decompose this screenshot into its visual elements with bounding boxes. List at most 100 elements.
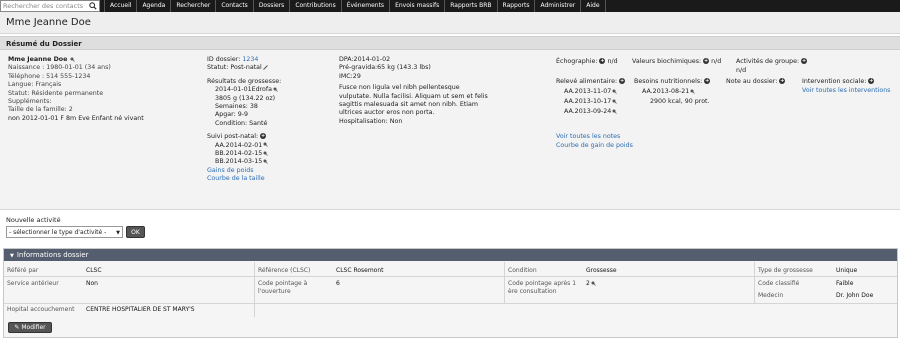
activity-type-select[interactable]: - sélectionner le type d'activité - ▼: [6, 226, 123, 238]
contact-search-input[interactable]: [1, 1, 87, 11]
pin-icon[interactable]: [690, 89, 696, 94]
pin-icon[interactable]: [612, 89, 618, 94]
medecin-label: Medecin: [758, 292, 784, 299]
ok-button[interactable]: OK: [126, 226, 145, 238]
resultat-poids: 3805 g (134.22 oz): [215, 94, 276, 102]
pin-icon[interactable]: [612, 109, 618, 114]
valeurs-bio-value: n/d: [711, 58, 722, 65]
pin-icon[interactable]: [612, 99, 618, 104]
besoins-label: Besoins nutritionnels:: [634, 78, 703, 85]
notes-line: vulputate. Nulla facilisi. Aliquam ut se…: [339, 92, 488, 100]
condition-label: Condition: [508, 267, 537, 274]
resultat-semaines: Semaines: 38: [215, 103, 258, 111]
menu-rechercher[interactable]: Rechercher: [171, 0, 217, 12]
contact-taille-famille: Taille de la famille: 2: [8, 106, 73, 114]
courbe-poids-link[interactable]: Courbe de gain de poids: [556, 142, 633, 149]
voir-notes-link[interactable]: Voir toutes les notes: [556, 133, 620, 140]
id-dossier-link[interactable]: 1234: [242, 56, 258, 63]
title-bar: Mme Jeanne Doe: [0, 12, 900, 34]
suivi-item[interactable]: BB.2014-02-15: [215, 150, 262, 157]
hopital-value: CENTRE HOSPITALIER DE ST MARY'S: [86, 306, 195, 313]
contact-supplements: Suppléments:: [8, 98, 52, 106]
refere-par-value: CLSC: [86, 267, 102, 274]
hospitalisation: Hospitalisation: Non: [339, 117, 403, 125]
menu-rapports-brb[interactable]: Rapports BRB: [445, 0, 498, 12]
child-info: non 2012-01-01 F 8m Eve Enfant né vivant: [8, 114, 144, 122]
collapse-icon[interactable]: ▼: [10, 253, 14, 259]
menu-aide[interactable]: Aide: [581, 0, 606, 12]
type-grossesse-value: Unique: [836, 267, 858, 274]
dossier-column: ID dossier: 1234 Statut: Post-natal Résu…: [207, 56, 281, 184]
contact-statut: Statut: Résidente permanente: [8, 89, 104, 97]
contact-column: Mme Jeanne Doe Naissance : 1980-01-01 (3…: [8, 56, 144, 123]
pin-icon[interactable]: [591, 281, 596, 286]
add-icon[interactable]: +: [779, 78, 786, 84]
condition-value: Grossesse: [586, 267, 617, 274]
edit-icon[interactable]: [262, 65, 268, 70]
modifier-button[interactable]: ✎ Modifier: [8, 322, 52, 333]
add-icon[interactable]: +: [703, 58, 710, 64]
contact-naissance: Naissance : 1980-01-01 (34 ans): [8, 64, 111, 72]
resultats-label: Résultats de grossesse:: [207, 77, 282, 85]
resultat-condition: Condition: Santé: [215, 119, 268, 127]
menu-contributions[interactable]: Contributions: [290, 0, 342, 12]
contact-name-row: Mme Jeanne Doe: [8, 56, 144, 64]
pin-icon[interactable]: [263, 159, 269, 164]
add-icon[interactable]: +: [801, 58, 808, 64]
menu-administrer[interactable]: Administrer: [535, 0, 582, 12]
activites-label: Activités de groupe:: [736, 58, 800, 65]
suivi-label: Suivi post-natal:: [207, 133, 259, 141]
id-dossier-label: ID dossier:: [207, 56, 241, 63]
contact-name[interactable]: Mme Jeanne Doe: [8, 56, 67, 63]
top-navbar: Accueil Agenda Rechercher Contacts Dossi…: [0, 0, 900, 12]
add-icon[interactable]: +: [704, 78, 711, 84]
code-ouverture-value: 6: [336, 280, 340, 287]
releve-item[interactable]: AA.2013-10-17: [564, 98, 611, 105]
menu-accueil[interactable]: Accueil: [104, 0, 138, 12]
add-icon[interactable]: +: [868, 78, 875, 84]
add-icon[interactable]: +: [619, 78, 626, 84]
echographie-label: Échographie:: [556, 58, 598, 65]
info-dossier-panel: ▼ Informations dossier Référé par CLSC Se…: [3, 248, 898, 338]
courbe-taille-link[interactable]: Courbe de la taille: [207, 175, 265, 182]
pin-icon[interactable]: [263, 142, 269, 147]
notes-line: Fusce non ligula vel nibh pellentesque: [339, 84, 460, 92]
intervention-label: Intervention sociale:: [802, 78, 867, 85]
releve-item[interactable]: AA.2013-11-07: [564, 88, 611, 95]
reference-clsc-label: Référence (CLSC): [258, 267, 311, 274]
voir-interventions-link[interactable]: Voir toutes les interventions: [802, 87, 890, 94]
menu-rapports[interactable]: Rapports: [498, 0, 536, 12]
reference-clsc-value: CLSC Rosemont: [336, 267, 384, 274]
pin-icon[interactable]: [273, 87, 278, 92]
pencil-icon: ✎: [14, 324, 20, 331]
gains-poids-link[interactable]: Gains de poids: [207, 167, 254, 174]
code-classifie-label: Code classifié: [758, 280, 800, 287]
menu-evenements[interactable]: Événements: [342, 0, 391, 12]
chevron-down-icon: ▼: [116, 230, 120, 236]
menu-envois-massifs[interactable]: Envois massifs: [390, 0, 446, 12]
menu-agenda[interactable]: Agenda: [137, 0, 172, 12]
besoins-date[interactable]: AA.2013-08-21: [642, 88, 689, 95]
contact-telephone: Téléphone : 514 555-1234: [8, 72, 91, 80]
add-icon[interactable]: +: [260, 133, 267, 140]
search-icon[interactable]: [87, 1, 99, 11]
info-dossier-title: Informations dossier: [16, 251, 89, 259]
releve-item[interactable]: AA.2013-09-24: [564, 108, 611, 115]
pin-icon[interactable]: [263, 151, 269, 156]
suivi-item[interactable]: BB.2014-03-15: [215, 158, 262, 165]
code-classifie-value: Faible: [836, 280, 854, 287]
notes-line: ultrices auctor eros non porta.: [339, 109, 435, 117]
hopital-label: Hopital accouchement: [7, 306, 75, 313]
dossier-statut: Statut: Post-natal: [207, 64, 262, 72]
section-title: Résumé du Dossier: [6, 40, 82, 48]
section-header: Résumé du Dossier: [0, 36, 900, 50]
menu-dossiers[interactable]: Dossiers: [254, 0, 291, 12]
besoins-detail: 2900 kcal, 90 prot.: [650, 98, 710, 105]
info-dossier-header[interactable]: ▼ Informations dossier: [4, 249, 897, 261]
releve-label: Relevé alimentaire:: [556, 78, 618, 85]
add-icon[interactable]: +: [599, 58, 606, 64]
menu-contacts[interactable]: Contacts: [216, 0, 254, 12]
pin-icon[interactable]: [70, 57, 76, 62]
suivi-item[interactable]: AA.2014-02-01: [215, 142, 262, 149]
service-anterieur-value: Non: [86, 280, 98, 287]
